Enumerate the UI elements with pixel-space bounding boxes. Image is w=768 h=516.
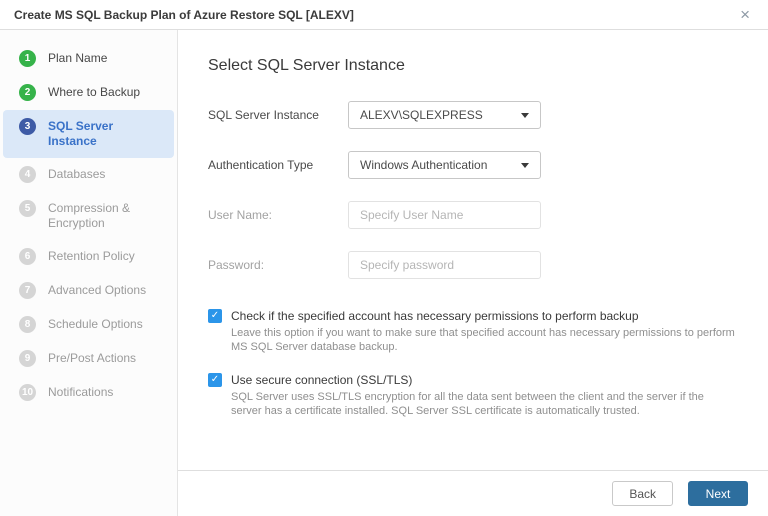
selected-value: Windows Authentication (360, 158, 488, 172)
sidebar-item-advanced-options[interactable]: 7 Advanced Options (3, 274, 174, 308)
check-permissions-description: Leave this option if you want to make su… (231, 327, 735, 353)
sidebar-item-where-to-backup[interactable]: 2 Where to Backup (3, 76, 174, 110)
user-name-label: User Name: (208, 208, 273, 222)
chevron-down-icon (521, 112, 529, 118)
step-number-badge: 4 (19, 166, 36, 183)
sidebar-item-compression-encryption[interactable]: 5 Compression & Encryption (3, 192, 174, 240)
step-number-badge: 10 (19, 384, 36, 401)
step-label: Compression & Encryption (48, 201, 131, 230)
user-name-row: User Name: (208, 201, 738, 229)
selected-value: ALEXV\SQLEXPRESS (360, 108, 483, 122)
secure-connection-label[interactable]: Use secure connection (SSL/TLS) (231, 372, 412, 388)
check-permissions-label[interactable]: Check if the specified account has neces… (231, 308, 639, 324)
password-field[interactable] (348, 251, 541, 279)
authentication-type-row: Authentication Type Windows Authenticati… (208, 151, 738, 179)
step-label: Plan Name (48, 51, 108, 65)
authentication-type-label: Authentication Type (208, 158, 314, 172)
window-title: Create MS SQL Backup Plan of Azure Resto… (14, 7, 354, 22)
main-panel: Select SQL Server Instance SQL Server In… (178, 30, 768, 516)
checkbox-checked-icon[interactable]: ✓ (208, 309, 222, 323)
step-number-badge: 8 (19, 316, 36, 333)
step-number-badge: 1 (19, 50, 36, 67)
sql-server-instance-select[interactable]: ALEXV\SQLEXPRESS (348, 101, 541, 129)
password-row: Password: (208, 251, 738, 279)
step-label: Retention Policy (48, 249, 135, 263)
secure-connection-checkbox[interactable]: ✓ Use secure connection (SSL/TLS) (208, 372, 738, 388)
wizard-footer: Back Next (178, 470, 768, 516)
step-content: Select SQL Server Instance SQL Server In… (178, 30, 768, 470)
step-label: Pre/Post Actions (48, 351, 137, 365)
create-backup-plan-dialog: Create MS SQL Backup Plan of Azure Resto… (0, 0, 768, 516)
page-title: Select SQL Server Instance (208, 57, 405, 74)
sidebar-item-schedule-options[interactable]: 8 Schedule Options (3, 308, 174, 342)
chevron-down-icon (521, 162, 529, 168)
sql-server-instance-label: SQL Server Instance (208, 108, 319, 122)
secure-connection-block: ✓ Use secure connection (SSL/TLS) SQL Se… (208, 372, 738, 418)
next-button[interactable]: Next (688, 481, 748, 506)
step-number-badge: 2 (19, 84, 36, 101)
step-number-badge: 5 (19, 200, 36, 217)
check-permissions-checkbox[interactable]: ✓ Check if the specified account has nec… (208, 308, 738, 324)
sidebar-item-notifications[interactable]: 10 Notifications (3, 376, 174, 410)
step-label: Notifications (48, 385, 114, 399)
step-label: Advanced Options (48, 283, 147, 297)
sidebar-item-pre-post-actions[interactable]: 9 Pre/Post Actions (3, 342, 174, 376)
password-label: Password: (208, 258, 265, 272)
sidebar-item-plan-name[interactable]: 1 Plan Name (3, 42, 174, 76)
authentication-type-select[interactable]: Windows Authentication (348, 151, 541, 179)
sidebar-item-sql-server-instance[interactable]: 3 SQL Server Instance (3, 110, 174, 158)
close-icon[interactable]: × (736, 4, 754, 25)
step-label: SQL Server Instance (48, 119, 114, 148)
step-number-badge: 9 (19, 350, 36, 367)
sql-server-instance-row: SQL Server Instance ALEXV\SQLEXPRESS (208, 101, 738, 129)
check-permissions-block: ✓ Check if the specified account has nec… (208, 308, 738, 354)
sidebar-item-retention-policy[interactable]: 6 Retention Policy (3, 240, 174, 274)
titlebar: Create MS SQL Backup Plan of Azure Resto… (0, 0, 768, 30)
secure-connection-description: SQL Server uses SSL/TLS encryption for a… (231, 391, 704, 417)
step-number-badge: 3 (19, 118, 36, 135)
user-name-field[interactable] (348, 201, 541, 229)
checkbox-checked-icon[interactable]: ✓ (208, 373, 222, 387)
step-number-badge: 7 (19, 282, 36, 299)
dialog-body: 1 Plan Name 2 Where to Backup 3 SQL Serv… (0, 30, 768, 516)
step-label: Databases (48, 167, 106, 181)
step-label: Where to Backup (48, 85, 141, 99)
step-number-badge: 6 (19, 248, 36, 265)
sidebar-item-databases[interactable]: 4 Databases (3, 158, 174, 192)
wizard-steps-sidebar: 1 Plan Name 2 Where to Backup 3 SQL Serv… (0, 30, 178, 516)
back-button[interactable]: Back (612, 481, 673, 506)
step-label: Schedule Options (48, 317, 143, 331)
